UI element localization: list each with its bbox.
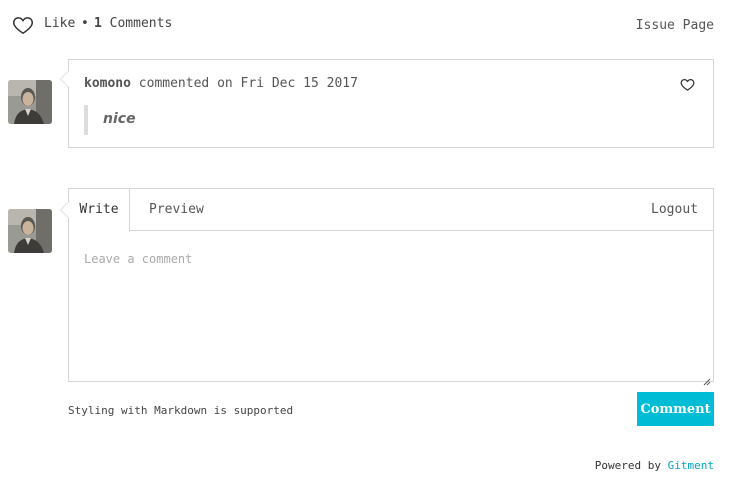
tab-preview[interactable]: Preview	[149, 189, 204, 231]
editor-arrow-fill	[61, 202, 69, 218]
powered-by-label: Powered by	[594, 459, 662, 472]
comment-editor: Write Preview Logout	[60, 188, 714, 386]
comment-count-number: 1	[94, 16, 102, 31]
powered-by: Powered by Gitment	[595, 459, 714, 472]
tab-write[interactable]: Write	[69, 189, 130, 232]
comment-textarea[interactable]	[69, 232, 713, 381]
like-label[interactable]: Like	[44, 16, 75, 31]
commenter-avatar[interactable]	[8, 80, 52, 124]
comment-body-quote: nice	[84, 105, 136, 135]
comment-action: commented on	[138, 76, 233, 91]
resize-grip-icon[interactable]	[703, 371, 711, 386]
separator-dot: •	[81, 16, 89, 31]
comment-arrow-fill	[61, 71, 69, 87]
issue-page-link[interactable]: Issue Page	[636, 18, 714, 33]
comment-date: Fri Dec 15 2017	[240, 76, 358, 91]
submit-comment-button[interactable]: Comment	[637, 392, 714, 426]
logout-link[interactable]: Logout	[651, 189, 698, 231]
comment-meta: komono commented on Fri Dec 15 2017	[84, 76, 358, 91]
gitment-link[interactable]: Gitment	[668, 459, 714, 472]
comments-label: Comments	[109, 16, 173, 31]
comment-body: nice	[103, 111, 136, 127]
editor-tab-bar: Write Preview Logout	[69, 189, 713, 232]
comment-like-heart-icon[interactable]	[680, 77, 695, 92]
markdown-tip: Styling with Markdown is supported	[68, 404, 294, 417]
comment-author[interactable]: komono	[84, 76, 131, 91]
current-user-avatar[interactable]	[8, 209, 52, 253]
like-heart-icon[interactable]	[12, 14, 34, 36]
comments-count: 1 Comments	[94, 16, 172, 31]
comment-card: komono commented on Fri Dec 15 2017 nice	[60, 59, 714, 148]
comment-header: Like • 1 Comments Issue Page	[12, 12, 714, 38]
